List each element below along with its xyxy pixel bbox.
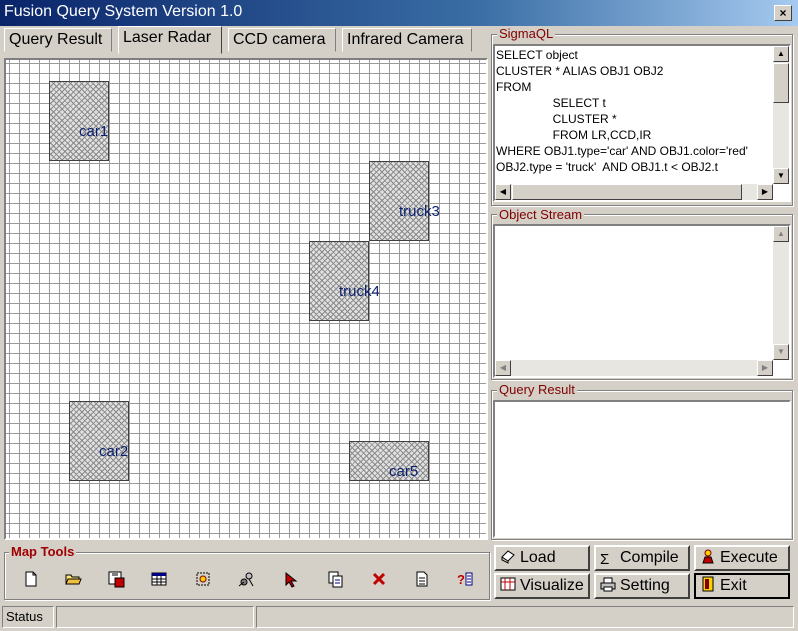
map-object-label: car2 (99, 443, 129, 460)
load-label: Load (520, 549, 556, 566)
new-file-icon[interactable] (22, 570, 40, 588)
object-stream-box[interactable]: ▲ ▼ ◀ ▶ (493, 224, 791, 378)
scroll-thumb[interactable] (512, 184, 742, 200)
copy-icon[interactable] (326, 570, 344, 588)
pointer-icon[interactable] (282, 570, 300, 588)
map-tools-label: Map Tools (9, 544, 77, 559)
map-object-label: car5 (389, 463, 419, 480)
map-view[interactable]: car1 truck3 truck4 car2 car5 (4, 58, 488, 540)
scroll-left-icon[interactable]: ◀ (495, 184, 511, 200)
map-object-car2[interactable] (69, 401, 129, 481)
scroll-up-icon[interactable]: ▲ (773, 226, 789, 242)
sigmaql-editor[interactable]: SELECT object CLUSTER * ALIAS OBJ1 OBJ2 … (493, 44, 791, 202)
object-stream-label: Object Stream (497, 207, 585, 222)
help-icon[interactable]: ? (456, 570, 474, 588)
object-stream-hscrollbar[interactable]: ◀ ▶ (495, 360, 773, 376)
sigmaql-vscrollbar[interactable]: ▲ ▼ (773, 46, 789, 184)
load-button[interactable]: Load (494, 545, 590, 571)
query-result-label: Query Result (497, 382, 577, 397)
visualize-icon (500, 576, 516, 592)
scroll-up-icon[interactable]: ▲ (773, 46, 789, 62)
map-object-truck3[interactable] (369, 161, 429, 241)
status-text: Status (2, 606, 54, 628)
tab-laser-radar[interactable]: Laser Radar (118, 26, 222, 54)
save-icon[interactable] (107, 570, 125, 588)
execute-label: Execute (720, 549, 778, 566)
tab-infrared-camera[interactable]: Infrared Camera (342, 28, 472, 52)
close-button[interactable]: × (774, 5, 792, 21)
map-object-label: truck4 (339, 283, 380, 300)
sigmaql-hscrollbar[interactable]: ◀ ▶ (495, 184, 773, 200)
map-object-label: truck3 (399, 203, 440, 220)
window-title: Fusion Query System Version 1.0 (4, 3, 243, 20)
map-object-label: car1 (79, 123, 109, 140)
object-stream-vscrollbar[interactable]: ▲ ▼ (773, 226, 789, 360)
query-tool-icon[interactable] (237, 570, 255, 588)
sigmaql-text: SELECT object CLUSTER * ALIAS OBJ1 OBJ2 … (496, 48, 748, 174)
execute-icon (700, 548, 716, 564)
scroll-right-icon[interactable]: ▶ (757, 360, 773, 376)
setting-label: Setting (620, 577, 670, 594)
document-icon[interactable] (413, 570, 431, 588)
map-object-truck4[interactable] (309, 241, 369, 321)
execute-button[interactable]: Execute (694, 545, 790, 571)
svg-text:?: ? (457, 572, 465, 587)
delete-icon[interactable] (370, 570, 388, 588)
exit-button[interactable]: Exit (694, 573, 790, 599)
map-object-car1[interactable] (49, 81, 109, 161)
tab-query-result[interactable]: Query Result (4, 28, 112, 52)
compile-button[interactable]: Σ Compile (594, 545, 690, 571)
setting-button[interactable]: Setting (594, 573, 690, 599)
scroll-right-icon[interactable]: ▶ (757, 184, 773, 200)
scroll-thumb[interactable] (773, 63, 789, 103)
title-bar: Fusion Query System Version 1.0 × (0, 0, 798, 26)
query-result-box[interactable] (493, 400, 791, 538)
exit-label: Exit (720, 577, 747, 594)
sigmaql-label: SigmaQL (497, 26, 556, 41)
status-panel-3 (256, 606, 794, 628)
visualize-button[interactable]: Visualize (494, 573, 590, 599)
scroll-down-icon[interactable]: ▼ (773, 168, 789, 184)
status-bar: Status (0, 604, 798, 631)
load-icon (500, 548, 516, 564)
status-panel-2 (56, 606, 254, 628)
exit-door-icon (700, 576, 716, 592)
scroll-down-icon[interactable]: ▼ (773, 344, 789, 360)
table-icon[interactable] (150, 570, 168, 588)
sigma-icon: Σ (600, 551, 610, 568)
tab-ccd-camera[interactable]: CCD camera (228, 28, 336, 52)
select-all-icon[interactable] (194, 570, 212, 588)
tab-strip: Query Result Laser Radar CCD camera Infr… (2, 26, 488, 54)
compile-label: Compile (620, 549, 679, 566)
open-folder-icon[interactable] (64, 570, 82, 588)
printer-icon (600, 576, 616, 592)
scroll-left-icon[interactable]: ◀ (495, 360, 511, 376)
visualize-label: Visualize (520, 577, 584, 594)
